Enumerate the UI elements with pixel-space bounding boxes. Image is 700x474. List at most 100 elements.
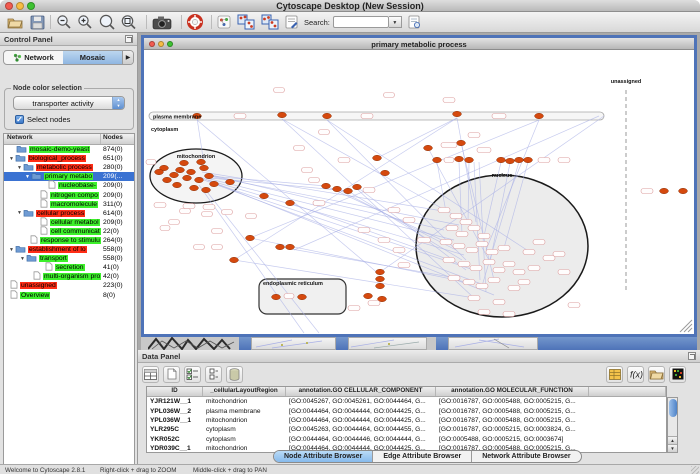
table-row[interactable]: YKR052Ccytoplasm[GO:0044464, GO:0044446,… (147, 435, 666, 444)
network-node[interactable] (497, 157, 506, 162)
table-row[interactable]: YJR121W__1mitochondrion[GO:0045267, GO:0… (147, 397, 666, 406)
network-node[interactable] (376, 276, 385, 281)
network-node[interactable] (202, 187, 211, 192)
background-frame-border[interactable] (336, 337, 348, 350)
expand-arrow-icon[interactable]: ▼ (16, 165, 23, 171)
expand-arrow-icon[interactable]: ▼ (19, 256, 26, 262)
network-node[interactable] (465, 157, 474, 162)
network-node[interactable] (155, 169, 164, 174)
network-node[interactable] (322, 183, 331, 188)
background-frame-border[interactable] (436, 337, 448, 350)
snapshot-camera-icon[interactable] (152, 13, 172, 31)
tree-row[interactable]: cell communicat22(0) (4, 227, 134, 236)
expand-arrow-icon[interactable]: ▼ (8, 247, 15, 253)
network-node[interactable] (286, 244, 295, 249)
tab-overflow-arrow[interactable]: ▶ (122, 51, 133, 64)
zoom-in-icon[interactable] (77, 13, 93, 31)
attribute-matrix-icon[interactable] (669, 366, 686, 383)
network-node[interactable] (453, 111, 462, 116)
network-node[interactable] (210, 181, 219, 186)
function-builder-icon[interactable]: f(x) (627, 366, 644, 383)
network-node[interactable] (286, 200, 295, 205)
attribute-batch-table-icon[interactable] (606, 366, 623, 383)
tree-row[interactable]: unassigned223(0) (4, 281, 134, 290)
select-attributes-icon[interactable] (184, 366, 201, 383)
tree-row[interactable]: multi-organism pro42(0) (4, 272, 134, 281)
background-frame-border[interactable] (239, 337, 251, 350)
select-nodes-checkbox[interactable]: ✓ (15, 115, 24, 124)
network-node[interactable] (424, 145, 433, 150)
scroll-down-icon[interactable]: ▼ (668, 444, 677, 452)
background-frame-border[interactable] (538, 337, 697, 350)
unselect-attributes-icon[interactable] (205, 366, 222, 383)
table-row[interactable]: YPL036W__2plasma membrane[GO:0044464, GO… (147, 406, 666, 415)
zoom-fit-icon[interactable] (120, 13, 137, 31)
network-node[interactable] (660, 188, 669, 193)
help-lifering-icon[interactable] (187, 13, 203, 31)
col-id[interactable]: ID (147, 387, 203, 396)
network-node[interactable] (535, 113, 544, 118)
network-node[interactable] (205, 173, 214, 178)
search-input[interactable] (333, 16, 389, 28)
float-panel-icon[interactable] (125, 35, 133, 43)
network-node[interactable] (376, 283, 385, 288)
apply-layout-a-icon[interactable] (237, 13, 255, 31)
network-node[interactable] (373, 155, 382, 160)
expand-arrow-icon[interactable]: ▼ (8, 156, 15, 162)
tree-row[interactable]: ▼primary metabo209(... (4, 172, 134, 181)
network-node[interactable] (376, 269, 385, 274)
tab-network-attribute-browser[interactable]: Network Attribute Browser (472, 451, 580, 462)
network-node[interactable] (276, 244, 285, 249)
apply-layout-b-icon[interactable] (261, 13, 279, 31)
network-node[interactable] (230, 257, 239, 262)
network-node[interactable] (187, 169, 196, 174)
tree-row[interactable]: ▼cellular process614(0) (4, 209, 134, 218)
search-config-icon[interactable] (408, 13, 421, 31)
network-node[interactable] (455, 156, 464, 161)
col-cellular-layout-region[interactable]: _cellularLayoutRegion (203, 387, 286, 396)
network-node[interactable] (173, 182, 182, 187)
table-row[interactable]: YLR295Ccytoplasm[GO:0045263, GO:0044464,… (147, 425, 666, 434)
tree-row[interactable]: ▼transport558(0) (4, 254, 134, 263)
network-node[interactable] (515, 157, 524, 162)
tree-row[interactable]: secretion41(0) (4, 263, 134, 272)
scrollbar-thumb[interactable] (669, 399, 677, 417)
network-node[interactable] (176, 167, 185, 172)
tree-row[interactable]: cellular metabol209(0) (4, 218, 134, 227)
network-node[interactable] (278, 112, 287, 117)
expand-arrow-icon[interactable]: ▼ (16, 210, 23, 216)
tree-row[interactable]: ▼metabolic process280(0) (4, 163, 134, 172)
background-frame-sliver[interactable] (348, 337, 427, 350)
tab-node-attribute-browser[interactable]: Node Attribute Browser (274, 451, 373, 462)
network-node[interactable] (364, 293, 373, 298)
float-panel-icon[interactable] (688, 352, 696, 360)
table-scrollbar[interactable]: ▲ ▼ (667, 397, 678, 453)
network-canvas[interactable]: plasma membrane cytoplasm mitochondrion … (144, 50, 694, 334)
network-node[interactable] (163, 177, 172, 182)
save-icon[interactable] (30, 13, 45, 31)
expand-arrow-icon[interactable]: ▼ (24, 174, 31, 180)
zoom-selected-icon[interactable] (98, 13, 116, 31)
network-node[interactable] (170, 172, 179, 177)
vizmapper-icon[interactable] (217, 13, 231, 31)
network-node[interactable] (226, 179, 235, 184)
zoom-out-icon[interactable] (56, 13, 72, 31)
node-color-dropdown[interactable]: transporter activity ▲▼ (13, 96, 125, 110)
tab-network[interactable]: Network (4, 51, 63, 64)
network-node[interactable] (298, 294, 307, 299)
background-frame-sliver[interactable] (448, 337, 538, 350)
window-titlebar[interactable]: Cytoscape Desktop (New Session) (0, 0, 700, 12)
tree-row[interactable]: nitrogen compo209(0) (4, 190, 134, 199)
tree-col-nodes[interactable]: Nodes (101, 134, 134, 144)
tree-row[interactable]: Overview8(0) (4, 291, 134, 300)
tab-mosaic[interactable]: Mosaic (63, 51, 122, 64)
network-node[interactable] (200, 165, 209, 170)
network-node[interactable] (524, 157, 533, 162)
annotation-icon[interactable] (285, 13, 298, 31)
network-node[interactable] (381, 170, 390, 175)
network-node[interactable] (333, 186, 342, 191)
window-resize-grip[interactable] (691, 466, 699, 474)
search-dropdown-icon[interactable]: ▼ (389, 16, 402, 28)
tree-row[interactable]: nucleobase-209(0) (4, 181, 134, 190)
network-view-titlebar[interactable]: primary metabolic process (144, 38, 694, 50)
